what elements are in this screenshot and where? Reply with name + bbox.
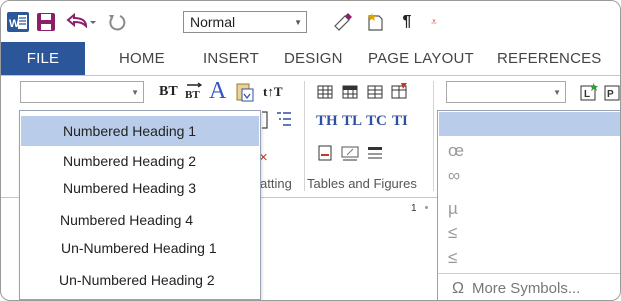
quick-access-toolbar: W Normal ▼ ¶ ⩡	[1, 1, 620, 41]
list-icon[interactable]	[275, 110, 293, 128]
symbol-option[interactable]: ≤	[448, 248, 457, 268]
ruler-tick	[425, 206, 428, 209]
new-document-icon[interactable]	[363, 11, 387, 33]
heading-option-label: Un-Numbered Heading 2	[59, 272, 215, 288]
chevron-down-icon[interactable]: ▼	[553, 88, 561, 97]
group-separator	[433, 81, 434, 191]
th-button[interactable]: TH	[316, 113, 338, 130]
redo-icon[interactable]	[104, 11, 130, 33]
caption-icon[interactable]	[317, 145, 333, 161]
heading-option-label: Numbered Heading 4	[60, 212, 194, 228]
tc-button[interactable]: TC	[366, 113, 387, 130]
paste-special-icon[interactable]	[235, 82, 255, 102]
table-header-icon[interactable]	[342, 84, 358, 100]
more-symbols-label: More Symbols...	[471, 280, 581, 297]
heading-option-label: Un-Numbered Heading 1	[61, 240, 217, 256]
heading-option-label: Numbered Heading 2	[63, 153, 197, 169]
ribbon-tabs: FILE HOME INSERT DESIGN PAGE LAYOUT REFE…	[1, 42, 620, 76]
chevron-down-icon[interactable]: ▼	[294, 18, 302, 27]
ti-button[interactable]: TI	[392, 113, 408, 130]
symbol-option-blank[interactable]	[439, 112, 620, 136]
table-icon[interactable]	[317, 84, 333, 100]
symbol-combobox[interactable]: ▼	[446, 81, 566, 103]
bracket-icon[interactable]	[260, 110, 270, 130]
svg-text:BT: BT	[185, 89, 200, 100]
font-a-icon[interactable]: A	[209, 78, 226, 105]
undo-icon[interactable]	[63, 11, 97, 33]
table-edit-icon[interactable]	[391, 82, 409, 100]
heading-option-numbered-2[interactable]: Numbered Heading 2	[21, 146, 259, 176]
customize-toolbar-icon[interactable]: ⩡	[427, 11, 441, 33]
bibliography-icon[interactable]: P	[604, 83, 620, 101]
tab-home[interactable]: HOME	[119, 42, 165, 75]
vector-icon[interactable]: BT	[183, 82, 205, 100]
heading-option-numbered-3[interactable]: Numbered Heading 3	[21, 173, 259, 203]
word-logo-icon[interactable]: W	[6, 11, 30, 33]
show-formatting-icon[interactable]: ¶	[397, 11, 417, 33]
group-separator	[304, 81, 305, 191]
word-window: W Normal ▼ ¶ ⩡ FILE HOME INSERT DESIGN P…	[0, 0, 621, 301]
heading-option-label: Numbered Heading 3	[63, 180, 197, 196]
tab-references[interactable]: REFERENCES	[497, 42, 602, 75]
svg-text:P: P	[607, 89, 614, 100]
tab-design[interactable]: DESIGN	[284, 42, 343, 75]
svg-text:W: W	[9, 18, 20, 30]
symbol-option[interactable]: µ	[448, 199, 458, 219]
tab-insert[interactable]: INSERT	[203, 42, 259, 75]
heading-option-numbered-1[interactable]: Numbered Heading 1	[21, 116, 259, 146]
chevron-down-icon[interactable]: ▼	[131, 88, 139, 97]
insert-citation-icon[interactable]: L	[579, 83, 599, 101]
more-symbols-button[interactable]: Ω More Symbols...	[438, 273, 620, 300]
format-painter-icon[interactable]	[331, 11, 355, 33]
figure-icon[interactable]	[341, 145, 359, 161]
figure-caption-icon[interactable]	[367, 145, 383, 161]
omega-icon: Ω	[452, 279, 464, 297]
heading-style-combobox[interactable]: ▼	[20, 81, 144, 103]
heading-style-dropdown: Numbered Heading 1 Numbered Heading 2 Nu…	[19, 110, 261, 300]
ruler-number: 1	[411, 203, 417, 214]
heading-option-label: Numbered Heading 1	[63, 123, 197, 139]
symbol-option[interactable]: ∞	[448, 166, 460, 186]
svg-text:L: L	[584, 89, 590, 100]
save-icon[interactable]	[35, 11, 57, 33]
transpose-icon[interactable]: t↑T	[263, 84, 283, 100]
style-combobox-value: Normal	[190, 14, 236, 30]
tab-page-layout[interactable]: PAGE LAYOUT	[368, 42, 474, 75]
group-label-formatting: atting	[260, 176, 292, 191]
tl-button[interactable]: TL	[342, 113, 362, 130]
heading-option-unnumbered-2[interactable]: Un-Numbered Heading 2	[21, 265, 259, 295]
symbol-option[interactable]: œ	[448, 141, 464, 161]
symbol-dropdown: œ ∞ µ ≤ ≤ Ω More Symbols...	[437, 110, 620, 300]
heading-option-numbered-4[interactable]: Numbered Heading 4	[21, 205, 259, 235]
group-label-tables-figures: Tables and Figures	[307, 176, 417, 191]
style-combobox[interactable]: Normal ▼	[183, 11, 307, 33]
bt-button[interactable]: BT	[159, 84, 178, 100]
heading-option-unnumbered-1[interactable]: Un-Numbered Heading 1	[21, 233, 259, 263]
tab-file[interactable]: FILE	[1, 42, 85, 75]
table-grid-icon[interactable]	[367, 84, 383, 100]
symbol-option[interactable]: ≤	[448, 223, 457, 243]
